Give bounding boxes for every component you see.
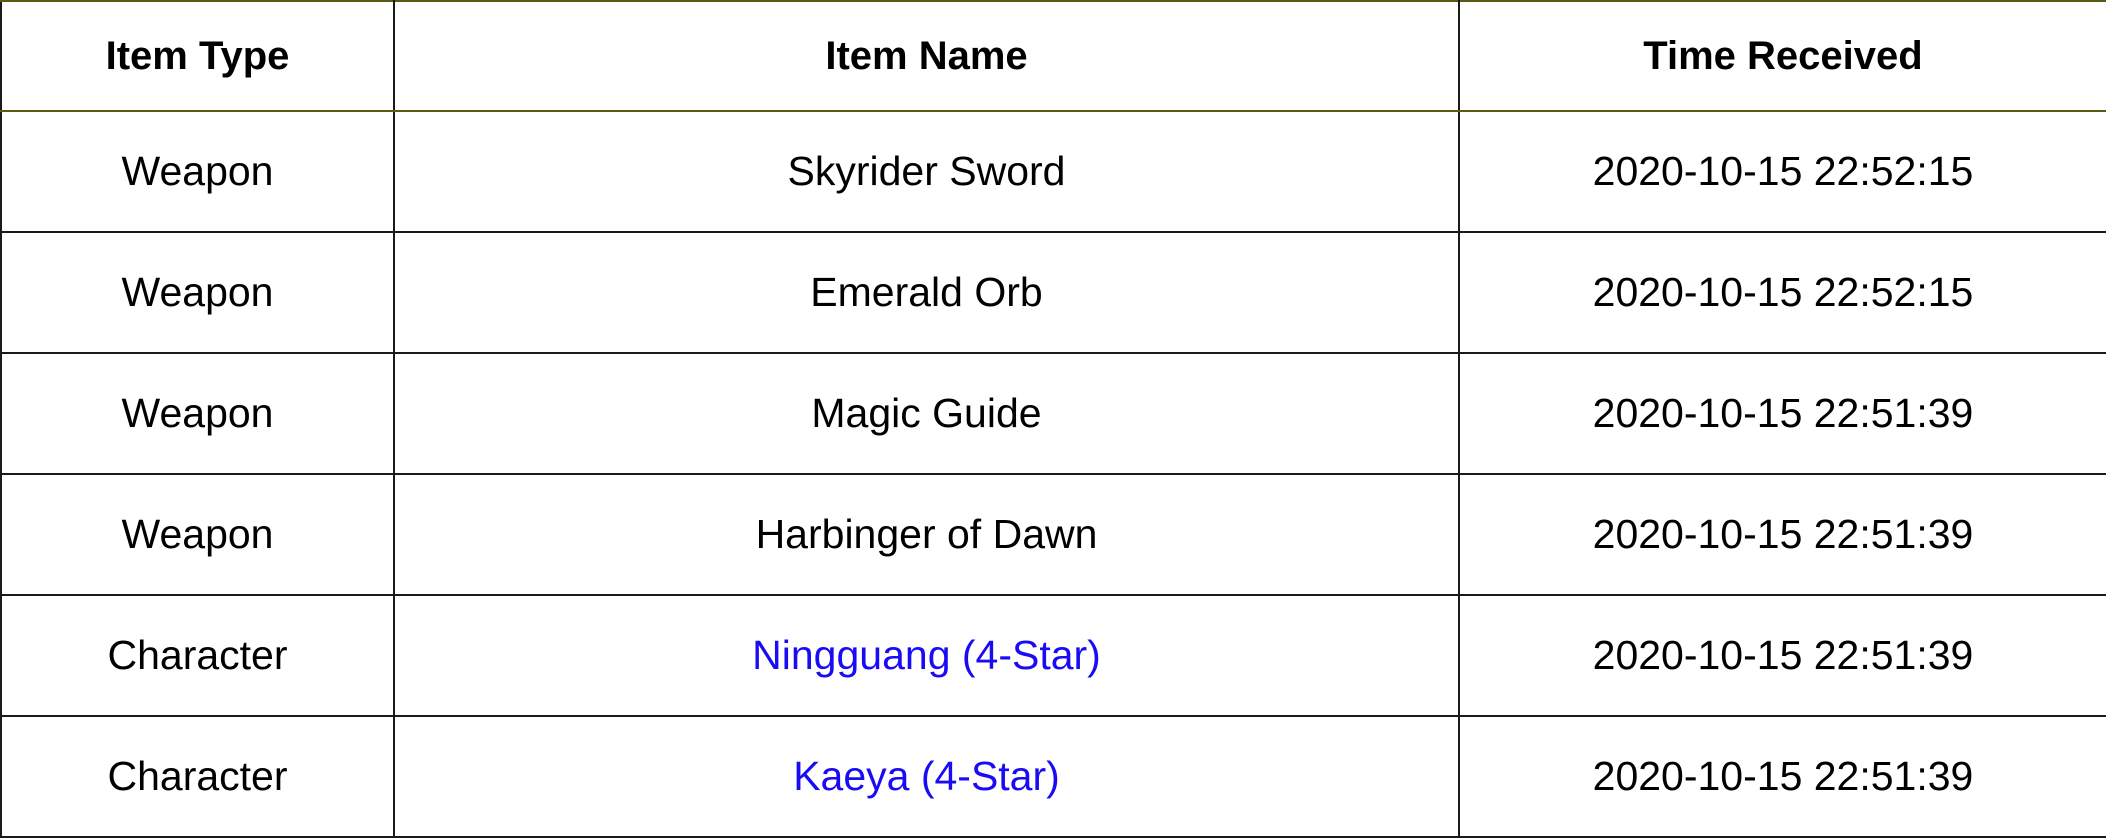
time-received-cell: 2020-10-15 22:52:15 <box>1458 110 2106 233</box>
header-item-name: Item Name <box>393 0 1460 112</box>
time-received-cell: 2020-10-15 22:51:39 <box>1458 473 2106 596</box>
item-type-cell: Character <box>0 715 395 838</box>
time-received-cell: 2020-10-15 22:52:15 <box>1458 231 2106 354</box>
time-received-cell: 2020-10-15 22:51:39 <box>1458 594 2106 717</box>
time-received-cell: 2020-10-15 22:51:39 <box>1458 352 2106 475</box>
table-header: Item Type Item Name Time Received <box>0 0 2106 112</box>
item-name-cell: Harbinger of Dawn <box>393 473 1460 596</box>
table-row: Weapon Magic Guide 2020-10-15 22:51:39 <box>0 352 2106 475</box>
wish-history-table: Item Type Item Name Time Received Weapon… <box>0 0 2106 838</box>
item-name-cell: Emerald Orb <box>393 231 1460 354</box>
table-body: Weapon Skyrider Sword 2020-10-15 22:52:1… <box>0 110 2106 838</box>
item-type-cell: Weapon <box>0 473 395 596</box>
table-row: Character Ningguang (4-Star) 2020-10-15 … <box>0 594 2106 717</box>
item-name-cell: Skyrider Sword <box>393 110 1460 233</box>
item-type-cell: Weapon <box>0 110 395 233</box>
table-row: Weapon Harbinger of Dawn 2020-10-15 22:5… <box>0 473 2106 596</box>
time-received-cell: 2020-10-15 22:51:39 <box>1458 715 2106 838</box>
table-row: Character Kaeya (4-Star) 2020-10-15 22:5… <box>0 715 2106 838</box>
header-time-received: Time Received <box>1458 0 2106 112</box>
header-item-type: Item Type <box>0 0 395 112</box>
table-row: Weapon Emerald Orb 2020-10-15 22:52:15 <box>0 231 2106 354</box>
item-type-cell: Weapon <box>0 231 395 354</box>
item-name-cell: Kaeya (4-Star) <box>393 715 1460 838</box>
item-type-cell: Character <box>0 594 395 717</box>
header-row: Item Type Item Name Time Received <box>0 0 2106 112</box>
table-row: Weapon Skyrider Sword 2020-10-15 22:52:1… <box>0 110 2106 233</box>
item-name-cell: Magic Guide <box>393 352 1460 475</box>
item-type-cell: Weapon <box>0 352 395 475</box>
item-name-cell: Ningguang (4-Star) <box>393 594 1460 717</box>
